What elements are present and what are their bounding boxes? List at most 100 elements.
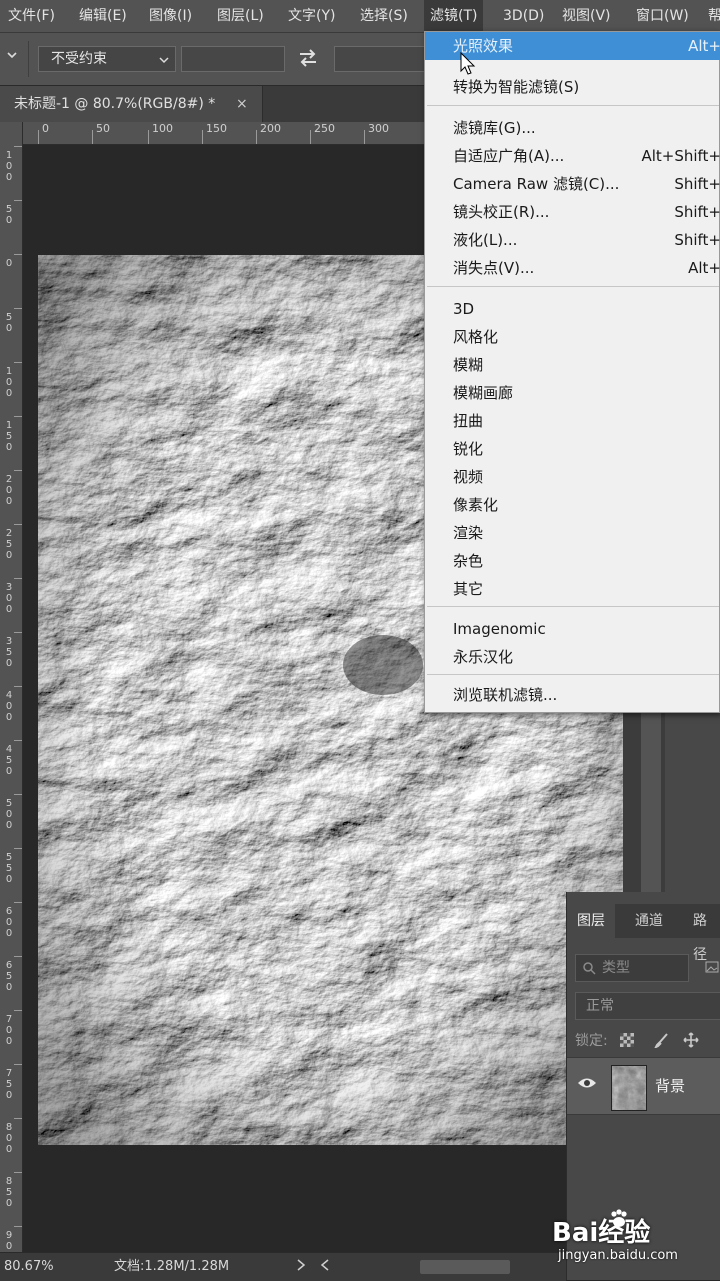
menu-file[interactable]: 文件(F) <box>8 0 55 32</box>
menu-item-liquify[interactable]: 液化(L)... Shift+ <box>425 226 720 254</box>
constraint-select[interactable]: 不受约束 <box>38 46 176 72</box>
width-field[interactable] <box>181 46 285 72</box>
ruler-tick: 0 <box>42 122 49 135</box>
menu-image[interactable]: 图像(I) <box>149 0 192 32</box>
menu-item-adaptive-wide-angle[interactable]: 自适应广角(A)... Alt+Shift+ <box>425 142 720 170</box>
menu-layer[interactable]: 图层(L) <box>217 0 264 32</box>
ruler-tick: 450 <box>5 744 13 777</box>
ruler-tick: 350 <box>5 636 13 669</box>
height-field[interactable] <box>334 46 426 72</box>
document-info[interactable]: 文档:1.28M/1.28M <box>114 1253 229 1281</box>
menu-item-video[interactable]: 视频 <box>425 463 720 491</box>
image-filter-icon[interactable] <box>705 960 719 978</box>
menu-item-camera-raw[interactable]: Camera Raw 滤镜(C)... Shift+ <box>425 170 720 198</box>
ruler-tick: 400 <box>5 690 13 723</box>
layer-filter-placeholder: 类型 <box>602 960 630 976</box>
ruler-tick: 700 <box>5 1014 13 1047</box>
ruler-tick: 800 <box>5 1122 13 1155</box>
ruler-tick: 250 <box>314 122 335 135</box>
menu-help[interactable]: 帮 <box>708 0 720 32</box>
ruler-tick: 100 <box>5 150 13 183</box>
tab-channels[interactable]: 通道 <box>625 904 673 938</box>
menu-item-imagenomic[interactable]: Imagenomic <box>425 615 720 643</box>
menu-3d[interactable]: 3D(D) <box>503 0 544 32</box>
menu-item-3d[interactable]: 3D <box>425 295 720 323</box>
layer-row-background[interactable]: 背景 <box>567 1057 720 1115</box>
scroll-left-icon[interactable] <box>320 1253 330 1281</box>
blend-mode-value: 正常 <box>586 998 614 1014</box>
horizontal-scrollbar[interactable] <box>420 1260 510 1274</box>
zoom-level[interactable]: 80.67% <box>4 1253 54 1281</box>
document-tab-title: 未标题-1 @ 80.7%(RGB/8#) * <box>14 96 216 112</box>
menu-item-other[interactable]: 其它 <box>425 575 720 603</box>
layer-filter-input[interactable]: 类型 <box>575 954 689 982</box>
status-expand-icon[interactable] <box>296 1253 306 1281</box>
menu-window[interactable]: 窗口(W) <box>636 0 689 32</box>
filter-menu-dropdown: 光照效果 Alt+ 转换为智能滤镜(S) 滤镜库(G)... 自适应广角(A)..… <box>424 31 720 713</box>
paw-logo-icon <box>608 1208 630 1234</box>
menu-item-vanishing-point[interactable]: 消失点(V)... Alt+ <box>425 254 720 282</box>
eye-icon[interactable] <box>577 1076 597 1094</box>
menu-item-stylize[interactable]: 风格化 <box>425 323 720 351</box>
layer-thumbnail <box>611 1065 647 1111</box>
menu-item-distort[interactable]: 扭曲 <box>425 407 720 435</box>
right-dock-area <box>623 712 720 892</box>
watermark-brand: Bai经验 <box>552 1218 651 1248</box>
ruler-tick: 250 <box>5 528 13 561</box>
ruler-tick: 300 <box>5 582 13 615</box>
ruler-tick: 150 <box>5 420 13 453</box>
ruler-tick: 200 <box>260 122 281 135</box>
tool-preset-chevron-icon[interactable] <box>6 49 18 65</box>
menu-item-blur[interactable]: 模糊 <box>425 351 720 379</box>
menu-item-noise[interactable]: 杂色 <box>425 547 720 575</box>
ruler-tick: 100 <box>5 366 13 399</box>
ruler-tick: 50 <box>96 122 110 135</box>
tab-paths[interactable]: 路径 <box>683 904 720 963</box>
chevron-down-icon <box>159 57 169 64</box>
lock-brush-icon[interactable] <box>653 1032 669 1052</box>
menu-item-render[interactable]: 渲染 <box>425 519 720 547</box>
layer-name: 背景 <box>655 1077 686 1095</box>
ruler-tick: 50 <box>5 204 13 226</box>
lock-move-icon[interactable] <box>683 1032 699 1052</box>
menu-item-lens-correction[interactable]: 镜头校正(R)... Shift+ <box>425 198 720 226</box>
ruler-tick: 650 <box>5 960 13 993</box>
ruler-tick: 300 <box>368 122 389 135</box>
ruler-tick: 550 <box>5 852 13 885</box>
menu-item-browse-online-filters[interactable]: 浏览联机滤镜... <box>425 681 720 709</box>
ruler-tick: 500 <box>5 798 13 831</box>
close-icon[interactable]: × <box>236 86 248 122</box>
document-tab[interactable]: 未标题-1 @ 80.7%(RGB/8#) * × <box>0 86 263 122</box>
lock-label: 锁定: <box>575 1033 608 1049</box>
ruler-tick: 150 <box>206 122 227 135</box>
cursor-arrow-icon <box>460 51 476 80</box>
baidu-watermark: Bai经验 jingyan.baidu.com <box>552 1208 720 1270</box>
ruler-tick: 50 <box>5 312 13 334</box>
watermark-url: jingyan.baidu.com <box>558 1248 678 1263</box>
menu-select[interactable]: 选择(S) <box>360 0 408 32</box>
lock-transparency-icon[interactable] <box>620 1033 635 1047</box>
menu-edit[interactable]: 编辑(E) <box>79 0 127 32</box>
menu-type[interactable]: 文字(Y) <box>288 0 335 32</box>
menu-item-sharpen[interactable]: 锐化 <box>425 435 720 463</box>
ruler-tick: 750 <box>5 1068 13 1101</box>
menu-filter[interactable]: 滤镜(T) <box>424 0 484 32</box>
ruler-tick: 850 <box>5 1176 13 1209</box>
menu-item-blur-gallery[interactable]: 模糊画廊 <box>425 379 720 407</box>
layers-panel-tabs: 图层 通道 路径 <box>567 904 720 963</box>
ruler-tick: 0 <box>5 258 13 269</box>
menu-bar: 文件(F) 编辑(E) 图像(I) 图层(L) 文字(Y) 选择(S) 滤镜(T… <box>0 0 720 33</box>
ruler-tick: 100 <box>152 122 173 135</box>
ruler-tick: 200 <box>5 474 13 507</box>
blend-mode-select[interactable]: 正常 <box>575 992 720 1020</box>
menu-item-filter-gallery[interactable]: 滤镜库(G)... <box>425 114 720 142</box>
tab-layers[interactable]: 图层 <box>567 904 615 938</box>
menu-view[interactable]: 视图(V) <box>562 0 611 32</box>
menu-item-yongle-localization[interactable]: 永乐汉化 <box>425 643 720 671</box>
swap-icon[interactable] <box>297 47 319 73</box>
menu-item-pixelate[interactable]: 像素化 <box>425 491 720 519</box>
ruler-tick: 600 <box>5 906 13 939</box>
divider <box>28 41 29 77</box>
search-icon <box>583 962 596 975</box>
lock-row: 锁定: <box>575 1030 699 1052</box>
